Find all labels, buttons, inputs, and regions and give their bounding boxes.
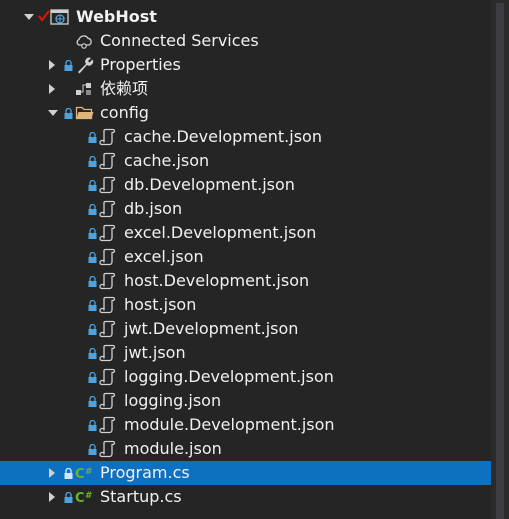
- tree-item-properties[interactable]: Properties: [0, 53, 491, 77]
- tree-item-config-file[interactable]: excel.Development.json: [0, 221, 491, 245]
- csharp-file-icon: C #: [75, 485, 97, 509]
- tree-item-label: host.Development.json: [124, 271, 310, 290]
- lock-icon: [88, 341, 98, 365]
- tree-item-connected-services[interactable]: Connected Services: [0, 29, 491, 53]
- lock-icon: [88, 437, 98, 461]
- svg-text:#: #: [85, 491, 93, 501]
- tree-item-label: cache.Development.json: [124, 127, 322, 146]
- json-file-icon: [98, 317, 120, 341]
- collapse-arrow-icon[interactable]: [22, 5, 34, 29]
- lock-icon: [88, 125, 98, 149]
- tree-item-config-file[interactable]: logging.json: [0, 389, 491, 413]
- tree-item-label: logging.Development.json: [124, 367, 334, 386]
- tree-item-label: module.json: [124, 439, 222, 458]
- lock-icon: [88, 293, 98, 317]
- tree-item-webhost-project[interactable]: WebHost: [0, 5, 491, 29]
- lock-icon: [88, 197, 98, 221]
- lock-icon: [64, 53, 74, 77]
- solution-tree: WebHost Connected Services Properties 依赖…: [0, 5, 491, 509]
- tree-item-config-file[interactable]: jwt.Development.json: [0, 317, 491, 341]
- vertical-scrollbar[interactable]: [491, 0, 509, 519]
- tree-item-label: module.Development.json: [124, 415, 335, 434]
- json-file-icon: [98, 269, 120, 293]
- tree-item-config-file[interactable]: db.Development.json: [0, 173, 491, 197]
- tree-item-label: logging.json: [124, 391, 222, 410]
- svg-text:C: C: [75, 467, 85, 482]
- tree-item-label: db.Development.json: [124, 175, 295, 194]
- tree-item-label: excel.json: [124, 247, 204, 266]
- json-file-icon: [98, 125, 120, 149]
- lock-icon: [88, 389, 98, 413]
- tree-item-label: config: [100, 103, 149, 122]
- lock-icon: [88, 317, 98, 341]
- tree-item-label: Properties: [100, 55, 181, 74]
- tree-item-label: excel.Development.json: [124, 223, 317, 242]
- tree-item-config-file[interactable]: cache.Development.json: [0, 125, 491, 149]
- tree-item-config-file[interactable]: module.json: [0, 437, 491, 461]
- csharp-file-icon: C #: [75, 461, 97, 485]
- json-file-icon: [98, 365, 120, 389]
- tree-item-label: Program.cs: [100, 463, 190, 482]
- json-file-icon: [98, 341, 120, 365]
- tree-item-config-file[interactable]: db.json: [0, 197, 491, 221]
- tree-item-config-file[interactable]: jwt.json: [0, 341, 491, 365]
- lock-icon: [88, 221, 98, 245]
- json-file-icon: [98, 197, 120, 221]
- lock-icon: [64, 101, 74, 125]
- json-file-icon: [98, 245, 120, 269]
- expand-arrow-icon[interactable]: [46, 485, 58, 509]
- red-check-icon: [38, 5, 50, 29]
- json-file-icon: [98, 149, 120, 173]
- lock-icon: [88, 245, 98, 269]
- json-file-icon: [98, 221, 120, 245]
- cloud-gear-icon: [74, 29, 96, 53]
- json-file-icon: [98, 293, 120, 317]
- expand-arrow-icon[interactable]: [46, 461, 58, 485]
- json-file-icon: [98, 413, 120, 437]
- lock-icon: [88, 413, 98, 437]
- tree-item-label: Startup.cs: [100, 487, 182, 506]
- tree-item-config-file[interactable]: excel.json: [0, 245, 491, 269]
- tree-item-label: host.json: [124, 295, 197, 314]
- json-file-icon: [98, 437, 120, 461]
- tree-item-config-file[interactable]: host.json: [0, 293, 491, 317]
- svg-text:#: #: [85, 467, 93, 477]
- tree-item-config-file[interactable]: logging.Development.json: [0, 365, 491, 389]
- lock-icon: [64, 485, 74, 509]
- tree-item-label: jwt.json: [124, 343, 186, 362]
- tree-item-config-folder[interactable]: config: [0, 101, 491, 125]
- expand-arrow-icon[interactable]: [46, 53, 58, 77]
- tree-item-label: cache.json: [124, 151, 210, 170]
- tree-item-program-cs[interactable]: C # Program.cs: [0, 461, 491, 485]
- lock-icon: [88, 173, 98, 197]
- project-name-label: WebHost: [76, 7, 157, 26]
- tree-item-dependencies[interactable]: 依赖项: [0, 77, 491, 101]
- tree-item-label: db.json: [124, 199, 183, 218]
- scrollbar-thumb[interactable]: [496, 3, 504, 519]
- tree-item-label: jwt.Development.json: [124, 319, 299, 338]
- tree-item-startup-cs[interactable]: C # Startup.cs: [0, 485, 491, 509]
- web-project-icon: [50, 5, 72, 29]
- tree-item-label: 依赖项: [100, 79, 149, 98]
- tree-item-label: Connected Services: [100, 31, 259, 50]
- config-files-list: cache.Development.json cache.json db.Devel…: [0, 125, 491, 461]
- lock-icon: [88, 149, 98, 173]
- tree-item-config-file[interactable]: module.Development.json: [0, 413, 491, 437]
- collapse-arrow-icon[interactable]: [46, 101, 58, 125]
- tree-item-config-file[interactable]: host.Development.json: [0, 269, 491, 293]
- json-file-icon: [98, 389, 120, 413]
- solution-explorer-panel: WebHost Connected Services Properties 依赖…: [0, 0, 509, 519]
- wrench-icon: [75, 53, 97, 77]
- lock-icon: [88, 269, 98, 293]
- dependencies-icon: [74, 77, 96, 101]
- expand-arrow-icon[interactable]: [46, 77, 58, 101]
- json-file-icon: [98, 173, 120, 197]
- lock-icon: [88, 365, 98, 389]
- tree-item-config-file[interactable]: cache.json: [0, 149, 491, 173]
- lock-icon: [64, 461, 74, 485]
- svg-text:C: C: [75, 491, 85, 506]
- open-folder-icon: [75, 101, 97, 125]
